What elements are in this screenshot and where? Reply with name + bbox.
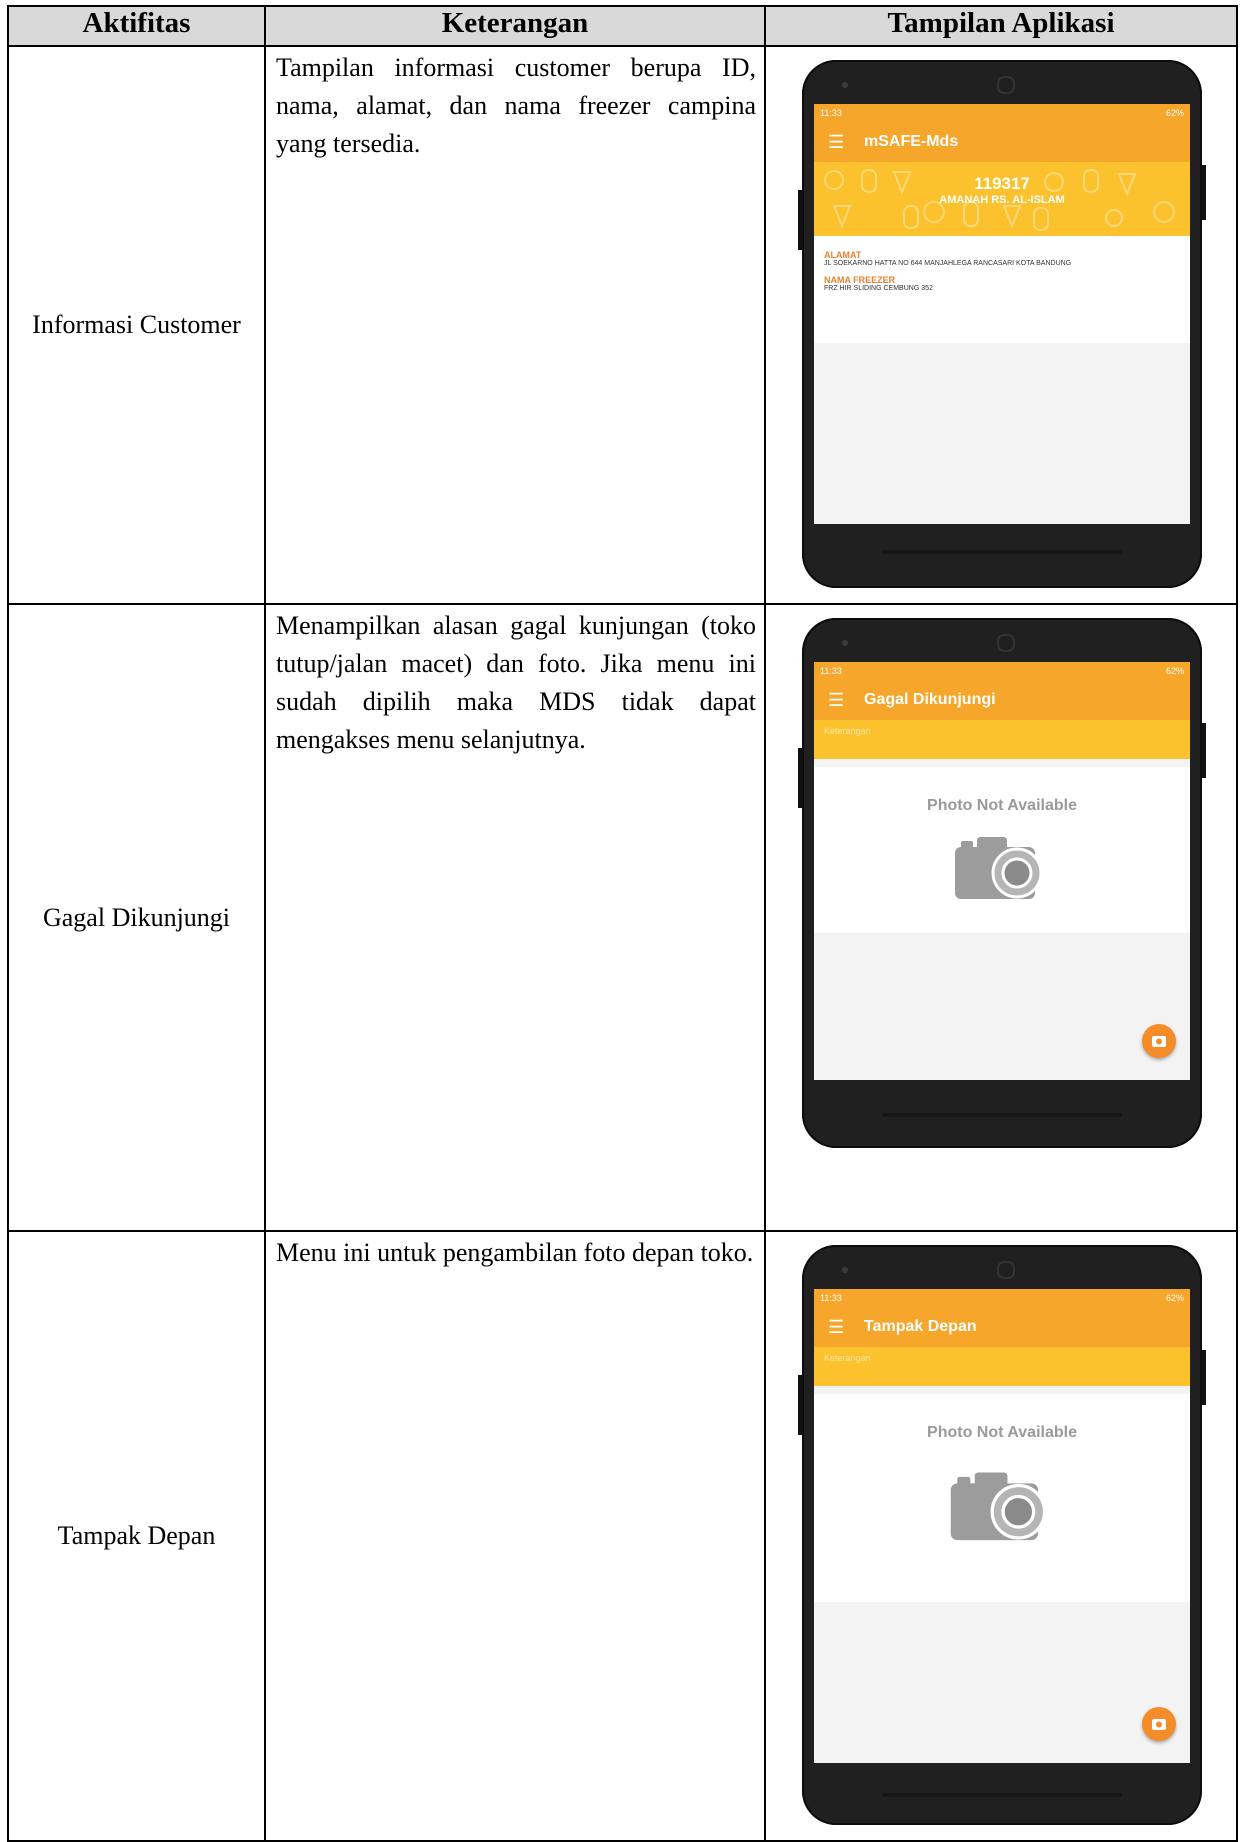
customer-info-card: ALAMAT JL SOEKARNO HATTA NO 644 MANJAHLE…: [814, 236, 1190, 343]
screenshot-cell: 11:33 62% ☰ Tampak Depan Keterangan Phot…: [764, 1230, 1238, 1842]
activity-cell: Informasi Customer: [7, 45, 266, 605]
address-value: JL SOEKARNO HATTA NO 644 MANJAHLEGA RANC…: [824, 260, 1072, 267]
keterangan-input[interactable]: Keterangan: [814, 720, 1190, 759]
activity-cell: Gagal Dikunjungi: [7, 603, 266, 1232]
hamburger-menu-icon[interactable]: ☰: [828, 690, 850, 711]
app-title: Gagal Dikunjungi: [864, 691, 996, 708]
app-title: Tampak Depan: [864, 1318, 977, 1335]
photo-placeholder: Photo Not Available: [814, 1394, 1190, 1602]
header-aktifitas: Aktifitas: [7, 5, 266, 47]
customer-banner: 119317 AMANAH RS. AL-ISLAM: [814, 162, 1190, 236]
status-battery: 62%: [1165, 108, 1184, 118]
hamburger-menu-icon[interactable]: ☰: [828, 132, 850, 153]
status-time: 11:33: [820, 108, 842, 118]
header-tampilan-aplikasi: Tampilan Aplikasi: [764, 5, 1238, 47]
camera-icon: [950, 1472, 1047, 1541]
address-label: ALAMAT: [824, 250, 862, 260]
screenshot-cell: 11:33 62% ☰ Gagal Dikunjungi Keterangan …: [764, 603, 1238, 1232]
photo-not-available-text: Photo Not Available: [927, 1424, 1077, 1441]
status-battery: 62%: [1165, 666, 1184, 676]
status-bar: 11:33 62%: [814, 662, 1190, 680]
header-keterangan: Keterangan: [264, 5, 766, 47]
status-time: 11:33: [820, 666, 842, 676]
status-time: 11:33: [820, 1293, 842, 1303]
status-bar: 11:33 62%: [814, 1289, 1190, 1307]
freezer-label: NAMA FREEZER: [824, 275, 896, 285]
app-bar: ☰ mSAFE-Mds: [814, 122, 1190, 162]
phone-screen: 11:33 62% ☰ Tampak Depan Keterangan Phot…: [814, 1289, 1190, 1763]
phone-screen: 11:33 62% ☰ mSAFE-Mds 119317 AMANAH RS. …: [814, 104, 1190, 524]
app-title: mSAFE-Mds: [864, 133, 959, 150]
screenshot-cell: 11:33 62% ☰ mSAFE-Mds 119317 AMANAH RS. …: [764, 45, 1238, 605]
keterangan-input[interactable]: Keterangan: [814, 1347, 1190, 1386]
freezer-value: FRZ HIR SLIDING CEMBUNG 352: [824, 285, 933, 292]
camera-fab-icon[interactable]: [1142, 1024, 1176, 1058]
phone-mockup: 11:33 62% ☰ mSAFE-Mds 119317 AMANAH RS. …: [798, 60, 1206, 588]
camera-fab-icon[interactable]: [1142, 1707, 1176, 1741]
activity-table: Aktifitas Keterangan Tampilan Aplikasi I…: [7, 5, 1238, 1842]
table-header-row: Aktifitas Keterangan Tampilan Aplikasi: [7, 5, 1238, 47]
app-bar: ☰ Gagal Dikunjungi: [814, 680, 1190, 720]
app-bar: ☰ Tampak Depan: [814, 1307, 1190, 1347]
status-bar: 11:33 62%: [814, 104, 1190, 122]
camera-icon: [955, 837, 1043, 899]
description-cell: Tampilan informasi customer berupa ID, n…: [264, 45, 766, 605]
phone-mockup: 11:33 62% ☰ Tampak Depan Keterangan Phot…: [798, 1245, 1206, 1825]
table-row: Gagal Dikunjungi Menampilkan alasan gaga…: [7, 603, 1238, 1232]
hamburger-menu-icon[interactable]: ☰: [828, 1317, 850, 1338]
activity-cell: Tampak Depan: [7, 1230, 266, 1842]
table-row: Informasi Customer Tampilan informasi cu…: [7, 45, 1238, 605]
description-cell: Menampilkan alasan gagal kunjungan (toko…: [264, 603, 766, 1232]
photo-placeholder: Photo Not Available: [814, 767, 1190, 933]
customer-name: AMANAH RS. AL-ISLAM: [939, 194, 1065, 206]
phone-screen: 11:33 62% ☰ Gagal Dikunjungi Keterangan …: [814, 662, 1190, 1080]
table-row: Tampak Depan Menu ini untuk pengambilan …: [7, 1230, 1238, 1842]
status-battery: 62%: [1165, 1293, 1184, 1303]
phone-mockup: 11:33 62% ☰ Gagal Dikunjungi Keterangan …: [798, 618, 1206, 1148]
description-cell: Menu ini untuk pengambilan foto depan to…: [264, 1230, 766, 1842]
customer-id: 119317: [974, 174, 1030, 193]
photo-not-available-text: Photo Not Available: [927, 797, 1077, 814]
